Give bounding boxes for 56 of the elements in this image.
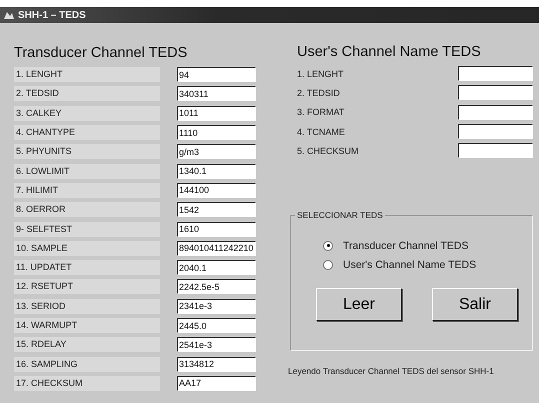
input-field[interactable] [458,85,533,100]
read-button[interactable]: Leer [316,288,402,322]
input-field[interactable]: 1110 [177,125,256,140]
input-field[interactable]: 340311 [177,86,256,102]
field-label: 16. SAMPLING [14,356,160,372]
input-field[interactable]: 1340.1 [177,164,256,179]
input-field[interactable]: 2040.1 [177,260,256,276]
field-label: 5. PHYUNITS [14,144,160,160]
input-field[interactable]: g/m3 [177,144,256,160]
field-label: 1. LENGHT [297,68,345,79]
field-label: 14. WARMUPT [14,318,160,333]
field-label: 17. CHECKSUM [14,376,160,391]
field-label: 2. TEDSID [297,88,341,98]
field-label: 12. RSETUPT [14,279,160,294]
field-label: 6. LOWLIMIT [14,164,160,179]
section-heading: User's Channel Name TEDS [297,44,482,60]
field-label: 9- SELFTEST [14,222,160,237]
input-field[interactable] [458,124,533,140]
field-label: 1. LENGHT [14,67,160,82]
radio-label[interactable]: User's Channel Name TEDS [343,258,476,271]
status-text: Leyendo Transducer Channel TEDS del sensor SHH-1 [288,366,495,376]
input-field[interactable]: 3134812 [177,356,256,372]
field-label: 4. CHANTYPE [14,125,160,140]
radio-label[interactable]: Transducer Channel TEDS [343,240,468,252]
input-field[interactable] [458,66,533,82]
field-label: 10. SAMPLE [14,240,160,256]
app-icon [3,10,15,20]
input-field[interactable] [458,143,533,158]
field-label: 3. FORMAT [297,107,346,118]
field-label: 5. CHECKSUM [297,146,360,156]
input-field[interactable]: 2341e-3 [177,298,256,314]
field-label: 3. CALKEY [14,106,160,121]
field-label: 8. OERROR [14,202,160,218]
input-field[interactable]: 1542 [177,202,256,218]
input-field[interactable]: 1011 [177,106,256,121]
input-field[interactable]: AA17 [177,376,256,391]
field-label: 2. TEDSID [14,86,160,102]
exit-button[interactable]: Salir [432,288,518,322]
radio-button[interactable] [323,240,333,251]
field-label: 11. UPDATET [14,260,160,276]
input-field[interactable] [458,104,533,120]
input-field[interactable]: 144100 [177,182,256,198]
field-label: 7. HILIMIT [14,182,160,198]
input-field[interactable]: 2541e-3 [177,337,256,352]
input-field[interactable]: 94 [177,67,256,82]
field-label: 15. RDELAY [14,337,160,352]
input-field[interactable]: 2445.0 [177,318,256,333]
radio-button[interactable] [323,260,333,270]
input-field[interactable]: 1610 [177,222,256,237]
window-title: SHH-1 – TEDS [18,10,86,20]
field-label: 13. SERIOD [14,298,160,314]
input-field[interactable]: 2242.5e-5 [177,279,256,294]
section-heading: Transducer Channel TEDS [14,45,188,61]
input-field[interactable]: 894010411242210 [177,240,256,256]
group-title: SELECCIONAR TEDS [295,210,385,220]
field-label: 4. TCNAME [297,126,346,137]
